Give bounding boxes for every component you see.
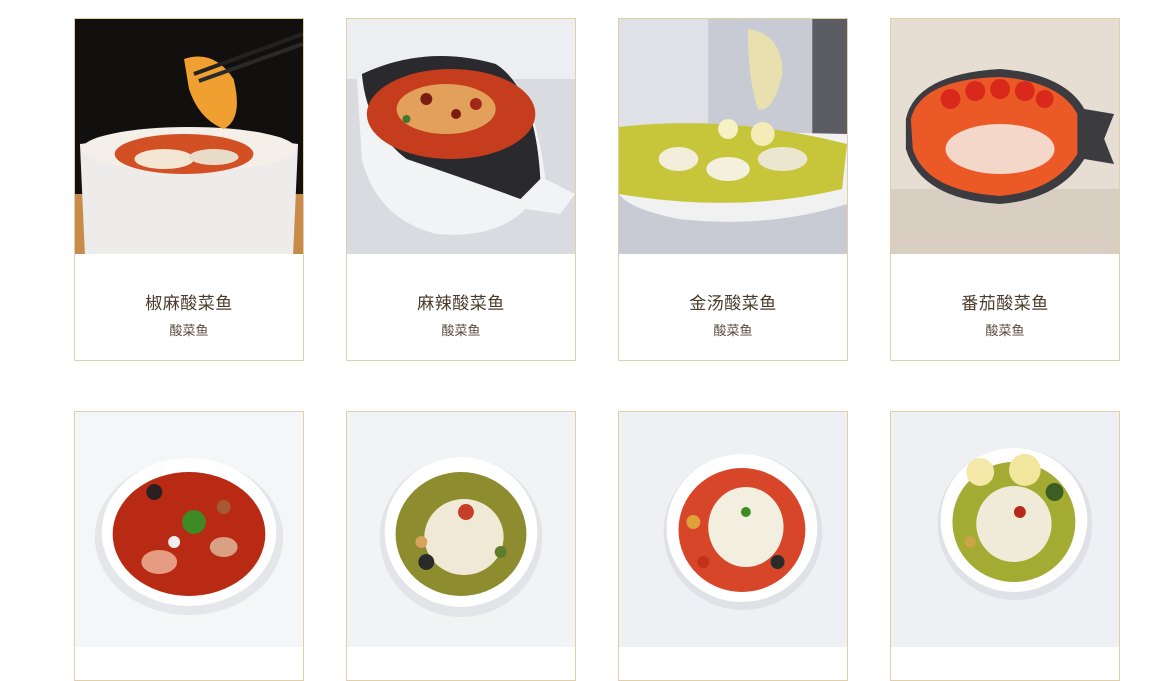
product-card[interactable] xyxy=(890,411,1120,681)
product-title[interactable]: 番茄酸菜鱼 xyxy=(891,254,1119,314)
product-photo[interactable] xyxy=(75,412,303,647)
product-card[interactable] xyxy=(346,411,576,681)
product-caption: 番茄酸菜鱼 酸菜鱼 xyxy=(891,254,1119,360)
product-title[interactable]: 椒麻酸菜鱼 xyxy=(75,254,303,314)
product-title[interactable]: 金汤酸菜鱼 xyxy=(619,254,847,314)
product-photo[interactable] xyxy=(619,412,847,647)
product-photo[interactable] xyxy=(75,19,303,254)
product-card[interactable]: 麻辣酸菜鱼 酸菜鱼 xyxy=(346,18,576,361)
product-photo[interactable] xyxy=(347,19,575,254)
product-grid: 椒麻酸菜鱼 酸菜鱼 麻辣酸菜鱼 酸菜鱼 金汤酸菜鱼 酸菜鱼 番茄酸菜鱼 酸菜鱼 xyxy=(0,0,1169,681)
product-card[interactable]: 番茄酸菜鱼 酸菜鱼 xyxy=(890,18,1120,361)
product-caption: 麻辣酸菜鱼 酸菜鱼 xyxy=(347,254,575,360)
product-card[interactable] xyxy=(618,411,848,681)
product-caption: 金汤酸菜鱼 酸菜鱼 xyxy=(619,254,847,360)
product-photo[interactable] xyxy=(891,19,1119,254)
product-card[interactable]: 椒麻酸菜鱼 酸菜鱼 xyxy=(74,18,304,361)
product-category: 酸菜鱼 xyxy=(985,324,1025,339)
product-card[interactable] xyxy=(74,411,304,681)
product-category: 酸菜鱼 xyxy=(169,324,209,339)
product-category: 酸菜鱼 xyxy=(441,324,481,339)
product-title[interactable]: 麻辣酸菜鱼 xyxy=(347,254,575,314)
product-category: 酸菜鱼 xyxy=(713,324,753,339)
product-caption: 椒麻酸菜鱼 酸菜鱼 xyxy=(75,254,303,360)
product-card[interactable]: 金汤酸菜鱼 酸菜鱼 xyxy=(618,18,848,361)
product-photo[interactable] xyxy=(619,19,847,254)
product-photo[interactable] xyxy=(891,412,1119,647)
product-photo[interactable] xyxy=(347,412,575,647)
